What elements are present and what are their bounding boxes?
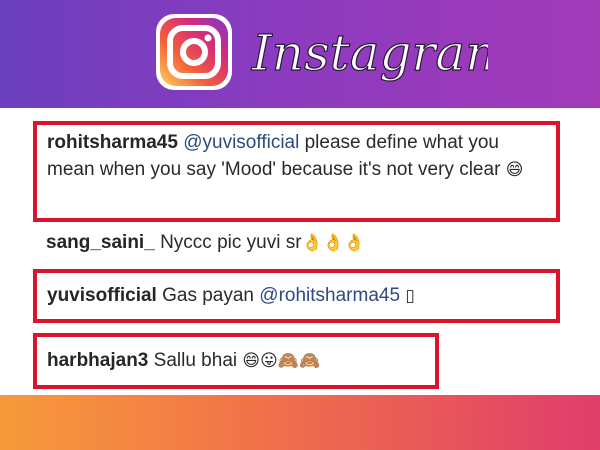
comment-yuvisofficial: yuvisofficial Gas payan @rohitsharma45 ▯ [33,269,560,323]
comment-harbhajan3: harbhajan3 Sallu bhai 😄😛🙈🙈 [33,333,439,389]
ok-hand-emoji-icon: 👌👌👌 [301,233,366,253]
instagram-logo-icon [154,12,234,92]
comment-sang-saini: sang_saini_ Nyccc pic yuvi sr👌👌👌 [40,229,572,259]
instagram-footer-banner [0,395,600,450]
grinning-emoji-icon: 😄 [505,160,524,180]
missing-glyph-icon: ▯ [405,286,415,306]
comment-mention[interactable]: @rohitsharma45 [259,285,400,306]
comment-text: Gas payan [162,285,255,306]
comment-username[interactable]: yuvisofficial [47,285,157,306]
comments-screenshot: rohitsharma45 @yuvisofficial please defi… [0,108,600,395]
comment-text: Nyccc pic yuvi sr [160,232,302,253]
laughing-monkey-emoji-icon: 😄😛🙈🙈 [242,351,321,371]
comment-mention[interactable]: @yuvisofficial [183,132,299,153]
comment-rohitsharma45: rohitsharma45 @yuvisofficial please defi… [33,121,560,222]
brand-name-text: Instagram [251,24,488,82]
instagram-wordmark: Instagram [248,14,513,90]
comment-username[interactable]: harbhajan3 [47,350,148,371]
comment-username[interactable]: rohitsharma45 [47,132,178,153]
comment-text: Sallu bhai [153,350,238,371]
comment-username[interactable]: sang_saini_ [46,232,155,253]
instagram-header-banner: Instagram [0,0,600,108]
